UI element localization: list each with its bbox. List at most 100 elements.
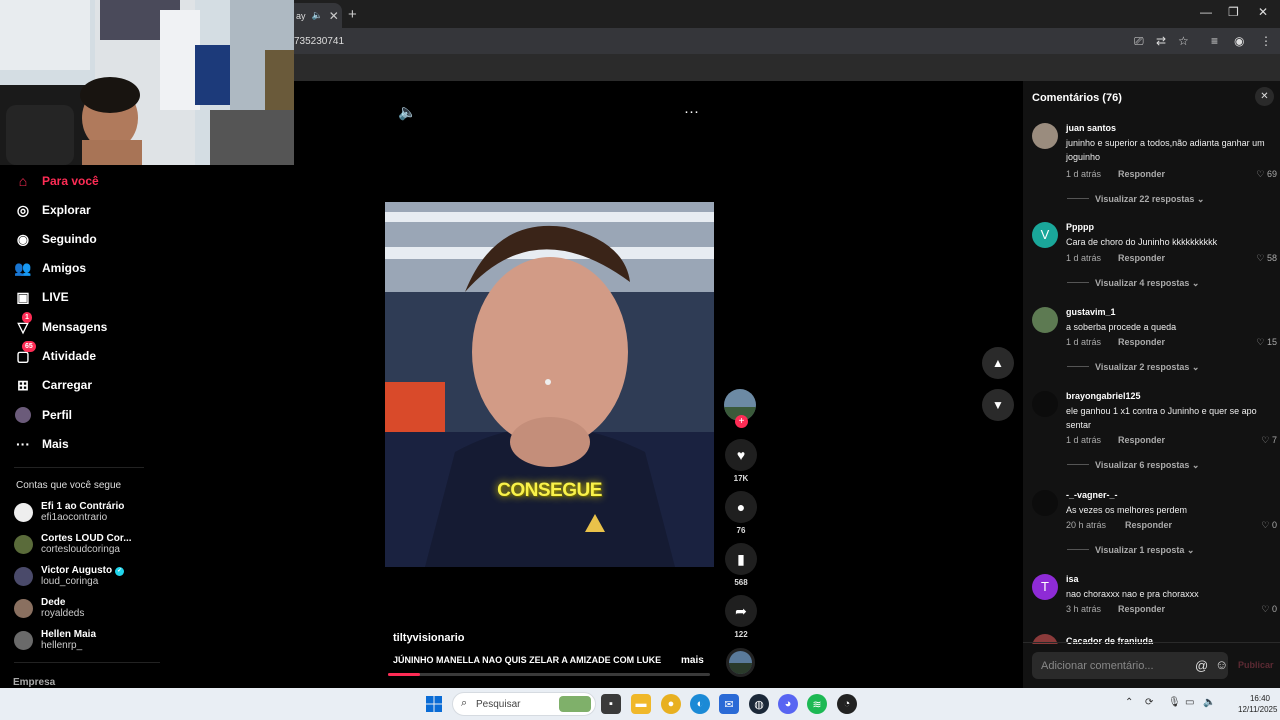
comment-user[interactable]: isa [1066,574,1079,584]
sidebar-item-atividade[interactable]: ▢ 65 Atividade [14,341,96,367]
sidebar-item-live[interactable]: ▣ LIVE [14,286,68,308]
comment-like[interactable]: ♡ 7 [1261,435,1277,446]
menu-icon[interactable]: ⋮ [1260,34,1272,48]
comment-item: T isa nao choraxxx nao e pra choraxxx 3 … [1032,574,1277,619]
share-button[interactable]: ➦ 122 [724,595,758,639]
outlook-icon[interactable]: ✉ [719,694,739,714]
taskbar-search[interactable]: ⌕ Pesquisar [452,692,596,716]
next-video-button[interactable]: ▼ [982,389,1014,421]
following-account[interactable]: Cortes LOUD Cor... cortesloudcoringa [14,529,132,559]
like-button[interactable]: ♥ 17K [724,439,758,483]
volume-tray-icon[interactable]: 🔈 [1203,697,1215,708]
reply-button[interactable]: Responder [1125,520,1172,530]
following-account[interactable]: Efi 1 ao Contrário efi1aocontrario [14,497,124,527]
close-comments-button[interactable]: ✕ [1255,87,1274,106]
video-player[interactable]: CONSEGUE [385,202,714,567]
speaker-icon[interactable]: 🔈 [312,10,323,21]
app-icon[interactable]: ◔ [837,694,857,714]
sidebar-item-mais[interactable]: ··· Mais [14,433,69,455]
view-replies-button[interactable]: Visualizar 6 respostas ⌄ [1067,460,1199,471]
edge-icon[interactable]: ◐ [690,694,710,714]
reply-button[interactable]: Responder [1118,253,1165,263]
monitor-icon[interactable]: ▭ [1185,697,1194,708]
tab-close-icon[interactable]: ✕ [329,9,339,23]
comment-user[interactable]: brayongabriel125 [1066,391,1141,401]
video-progress-bar[interactable] [388,673,710,676]
browser-tab[interactable]: ay 🔈 ✕ [294,3,342,28]
chrome-icon[interactable]: ● [661,694,681,714]
comment-like[interactable]: ♡ 69 [1256,169,1277,180]
comment-like[interactable]: ♡ 0 [1261,520,1277,531]
sidebar-item-carregar[interactable]: ⊞ Carregar [14,374,92,396]
comment-input[interactable] [1032,652,1182,679]
sidebar-item-amigos[interactable]: 👥 Amigos [14,257,86,279]
view-replies-button[interactable]: Visualizar 2 respostas ⌄ [1067,362,1199,373]
volume-icon[interactable]: 🔈 [398,103,417,121]
music-disc-icon[interactable] [726,648,755,677]
window-close-icon[interactable]: ✕ [1258,5,1268,19]
publish-button[interactable]: Publicar [1238,660,1274,670]
cast-icon[interactable]: ⎚ [1134,34,1144,49]
sidebar-item-explorar[interactable]: ◎ Explorar [14,199,91,221]
video-more-icon[interactable]: ··· [684,103,699,120]
view-replies-button[interactable]: Visualizar 22 respostas ⌄ [1067,194,1204,205]
comment-user[interactable]: Ppppp [1066,222,1094,232]
tray-expand-icon[interactable]: ⌃ [1125,697,1133,708]
comment-user[interactable]: -_-vagner-_- [1066,490,1118,500]
windows-start-icon[interactable] [426,696,442,712]
sidebar-item-seguindo[interactable]: ◉ Seguindo [14,228,97,250]
sidebar-item-mensagens[interactable]: ▽ 1 Mensagens [14,312,107,338]
save-button[interactable]: ▮ 568 [724,543,758,587]
restore-icon[interactable]: ❐ [1228,5,1239,19]
reply-button[interactable]: Responder [1118,169,1165,179]
following-account[interactable]: Dede royaldeds [14,593,84,623]
more-link[interactable]: mais [681,655,704,666]
view-replies-button[interactable]: Visualizar 1 resposta ⌄ [1067,545,1194,556]
url-text[interactable]: 735230741 [294,36,344,47]
footer-empresa[interactable]: Empresa [13,677,55,688]
file-explorer-icon[interactable]: ▬ [631,694,651,714]
avatar[interactable] [1032,123,1058,149]
following-account[interactable]: Victor Augusto ✓ loud_coringa [14,561,125,591]
reply-button[interactable]: Responder [1118,435,1165,445]
comment-user[interactable]: gustavim_1 [1066,307,1116,317]
translate-icon[interactable]: ⇄ [1156,34,1166,48]
comment-like[interactable]: ♡ 0 [1261,604,1277,615]
sidebar-item-para-voce[interactable]: ⌂ Para você [14,170,99,192]
avatar[interactable] [1032,490,1058,516]
task-view-icon[interactable]: ▪ [601,694,621,714]
comment-input-box[interactable]: @ ☺ [1032,652,1228,679]
mention-icon[interactable]: @ [1195,658,1208,673]
reply-button[interactable]: Responder [1118,604,1165,614]
discord-icon[interactable]: ◕ [778,694,798,714]
share-icon: ➦ [725,595,757,627]
address-bar[interactable]: 735230741 ⎚ ⇄ ☆ ≡ ◉ ⋮ [294,28,1280,54]
previous-video-button[interactable]: ▲ [982,347,1014,379]
follow-plus-icon[interactable]: + [735,415,748,428]
taskbar-clock[interactable]: 16:40 12/11/2025 [1238,693,1277,715]
sidebar-item-perfil[interactable]: Perfil [14,404,72,426]
following-account[interactable]: Hellen Maia hellenrp_ [14,625,96,655]
reply-button[interactable]: Responder [1118,337,1165,347]
comment-like[interactable]: ♡ 58 [1256,253,1277,264]
steam-icon[interactable]: ◍ [749,694,769,714]
comment-user[interactable]: juan santos [1066,123,1116,133]
avatar[interactable]: V [1032,222,1058,248]
media-icon[interactable]: ≡ [1211,34,1218,48]
avatar[interactable] [1032,307,1058,333]
new-tab-icon[interactable]: + [348,6,357,23]
comment-like[interactable]: ♡ 15 [1256,337,1277,348]
sync-icon[interactable]: ⟳ [1145,697,1153,708]
view-replies-button[interactable]: Visualizar 4 respostas ⌄ [1067,278,1199,289]
bookmark-star-icon[interactable]: ☆ [1178,34,1189,48]
chevron-down-icon: ▼ [992,398,1004,412]
minimize-icon[interactable]: — [1200,5,1212,19]
video-author[interactable]: tiltyvisionario [393,632,465,644]
microphone-icon[interactable]: 🎙 [1168,697,1181,708]
emoji-icon[interactable]: ☺ [1215,657,1228,672]
avatar[interactable]: T [1032,574,1058,600]
avatar[interactable] [1032,391,1058,417]
profile-icon[interactable]: ◉ [1234,34,1244,48]
comment-button[interactable]: ● 76 [724,491,758,535]
spotify-icon[interactable]: ≋ [807,694,827,714]
